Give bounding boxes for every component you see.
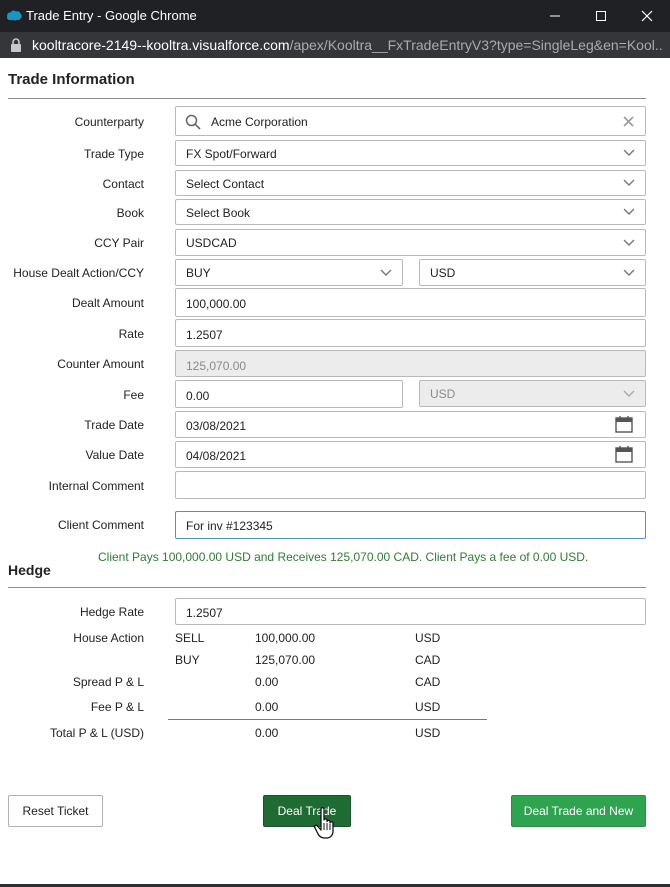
- hedge-rate-label: Hedge Rate: [79, 605, 144, 619]
- rate-label: Rate: [118, 327, 144, 341]
- dealt-ccy-select[interactable]: USD: [419, 259, 646, 286]
- total-pl-ccy: USD: [415, 726, 441, 740]
- book-label: Book: [116, 206, 144, 220]
- search-icon: [185, 114, 201, 130]
- fee-value: 0.00: [186, 389, 210, 403]
- spread-pl-label: Spread P & L: [72, 675, 144, 689]
- total-separator: [168, 719, 487, 720]
- counterparty-value: Acme Corporation: [211, 115, 308, 129]
- fee-pl-ccy: USD: [415, 700, 441, 714]
- trade-date-input[interactable]: 03/08/2021: [175, 411, 646, 438]
- minimize-button[interactable]: [532, 0, 578, 32]
- value-date-input[interactable]: 04/08/2021: [175, 441, 646, 468]
- reset-ticket-button[interactable]: Reset Ticket: [8, 795, 103, 827]
- contact-select[interactable]: Select Contact: [175, 170, 646, 196]
- calendar-icon[interactable]: [615, 446, 633, 463]
- hedge-buy-ccy: CAD: [415, 653, 441, 667]
- client-comment-input[interactable]: For inv #123345: [175, 511, 646, 539]
- fee-pl-label: Fee P & L: [90, 700, 144, 714]
- value-date-value: 04/08/2021: [186, 449, 247, 463]
- dealt-amount-input[interactable]: 100,000.00: [175, 288, 646, 317]
- house-action-label: House Action: [73, 631, 144, 645]
- hand-pointer-icon: [313, 807, 334, 839]
- hedge-sell-amount: 100,000.00: [255, 631, 316, 645]
- chevron-down-icon: [380, 269, 392, 276]
- ccy-pair-value: USDCAD: [186, 236, 237, 250]
- book-select[interactable]: Select Book: [175, 199, 646, 225]
- fee-ccy-select: USD: [419, 380, 646, 407]
- internal-comment-input[interactable]: [175, 471, 646, 499]
- chevron-down-icon: [623, 269, 635, 276]
- counterparty-lookup[interactable]: Acme Corporation: [175, 106, 646, 136]
- url-host: kooltracore-2149--kooltra.visualforce.co…: [32, 37, 290, 53]
- close-window-button[interactable]: [624, 0, 670, 32]
- dealt-amount-label: Dealt Amount: [71, 296, 144, 310]
- rate-value: 1.2507: [186, 328, 223, 342]
- fee-ccy-value: USD: [430, 387, 456, 401]
- ccy-pair-label: CCY Pair: [94, 236, 144, 250]
- internal-comment-label: Internal Comment: [48, 479, 144, 493]
- house-dealt-label: House Dealt Action/CCY: [13, 266, 144, 280]
- dealt-ccy-value: USD: [430, 266, 456, 280]
- rate-input[interactable]: 1.2507: [175, 319, 646, 347]
- house-action-select[interactable]: BUY: [175, 259, 403, 286]
- fee-label: Fee: [123, 388, 144, 402]
- window-titlebar: Trade Entry - Google Chrome: [0, 0, 670, 32]
- hedge-sell-ccy: USD: [415, 631, 441, 645]
- dealt-amount-value: 100,000.00: [186, 297, 247, 311]
- hedge-rate-input[interactable]: 1.2507: [175, 598, 646, 625]
- trade-type-value: FX Spot/Forward: [186, 147, 277, 161]
- maximize-icon: [596, 11, 606, 21]
- fee-input[interactable]: 0.00: [175, 380, 403, 408]
- fee-pl-amount: 0.00: [255, 700, 279, 714]
- counter-amount-input: 125,070.00: [175, 350, 646, 377]
- url-text: kooltracore-2149--kooltra.visualforce.co…: [32, 37, 662, 53]
- url-path: /apex/Kooltra__FxTradeEntryV3?type=Singl…: [289, 37, 662, 53]
- counterparty-label: Counterparty: [74, 115, 144, 129]
- hedge-title: Hedge: [8, 562, 51, 578]
- trade-summary-text: Client Pays 100,000.00 USD and Receives …: [98, 550, 589, 564]
- hedge-rate-value: 1.2507: [186, 606, 223, 620]
- minimize-icon: [550, 15, 560, 17]
- lock-icon: [11, 38, 21, 52]
- maximize-button[interactable]: [578, 0, 624, 32]
- trade-type-label: Trade Type: [83, 147, 144, 161]
- book-value: Select Book: [186, 206, 251, 220]
- total-pl-label: Total P & L (USD): [49, 726, 144, 740]
- trade-info-title: Trade Information: [8, 71, 135, 88]
- counter-amount-value: 125,070.00: [186, 359, 247, 373]
- chevron-down-icon: [623, 239, 635, 246]
- trade-date-label: Trade Date: [84, 418, 144, 432]
- clear-icon[interactable]: [623, 116, 634, 127]
- client-comment-value: For inv #123345: [186, 519, 273, 533]
- calendar-icon[interactable]: [615, 416, 633, 433]
- hedge-buy-action: BUY: [175, 653, 200, 667]
- hedge-buy-amount: 125,070.00: [255, 653, 316, 667]
- house-action-value: BUY: [186, 266, 211, 280]
- chevron-down-icon: [623, 208, 635, 215]
- trade-date-value: 03/08/2021: [186, 419, 247, 433]
- ccy-pair-select[interactable]: USDCAD: [175, 229, 646, 256]
- chevron-down-icon: [623, 390, 635, 397]
- trade-info-divider: [8, 98, 646, 99]
- deal-trade-and-new-button[interactable]: Deal Trade and New: [511, 795, 646, 827]
- trade-type-select[interactable]: FX Spot/Forward: [175, 140, 646, 166]
- contact-label: Contact: [102, 177, 144, 191]
- spread-pl-ccy: CAD: [415, 675, 441, 689]
- contact-value: Select Contact: [186, 177, 265, 191]
- spread-pl-amount: 0.00: [255, 675, 279, 689]
- address-bar[interactable]: kooltracore-2149--kooltra.visualforce.co…: [0, 32, 670, 58]
- window-title: Trade Entry - Google Chrome: [26, 8, 197, 23]
- salesforce-cloud-icon: [7, 10, 22, 21]
- total-pl-amount: 0.00: [255, 726, 279, 740]
- chevron-down-icon: [623, 179, 635, 186]
- value-date-label: Value Date: [85, 448, 144, 462]
- client-comment-label: Client Comment: [57, 518, 144, 532]
- close-icon: [641, 10, 653, 22]
- hedge-divider: [8, 587, 646, 588]
- hedge-sell-action: SELL: [175, 631, 205, 645]
- chevron-down-icon: [623, 149, 635, 156]
- counter-amount-label: Counter Amount: [57, 357, 144, 371]
